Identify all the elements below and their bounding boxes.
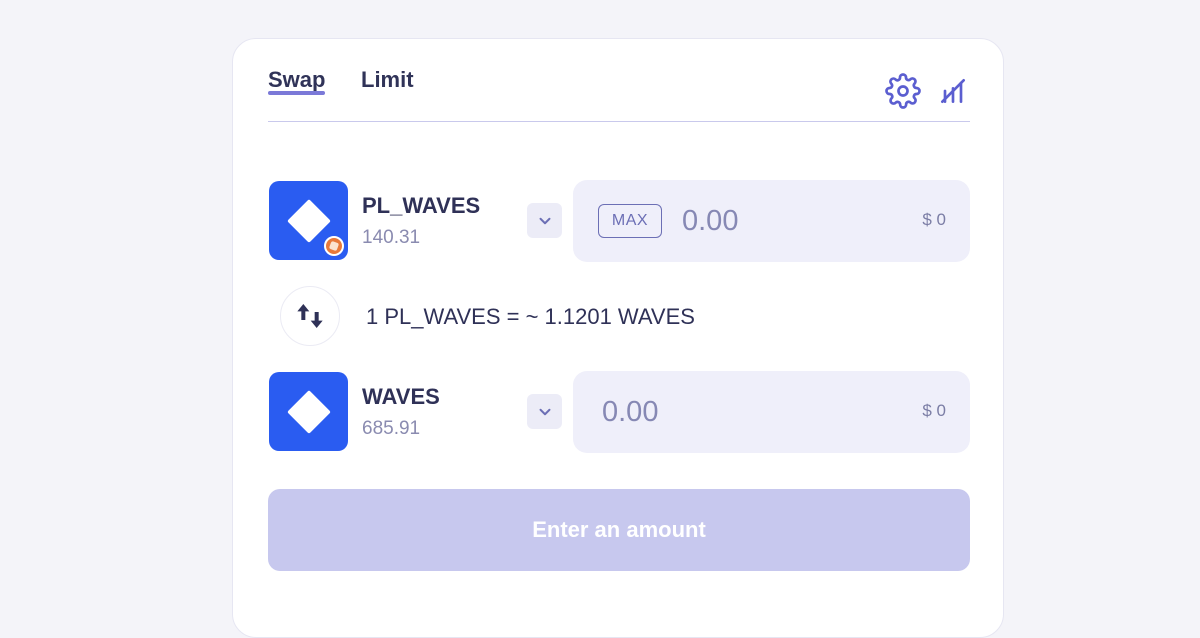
to-token-logo[interactable]	[269, 372, 348, 451]
swap-arrows-icon	[297, 304, 323, 328]
chevron-down-icon	[539, 217, 550, 224]
from-amount-box: MAX $ 0	[573, 180, 970, 262]
from-token-name: PL_WAVES	[362, 193, 481, 218]
tab-limit-label: Limit	[361, 67, 414, 92]
to-token-row: WAVES 685.91 $ 0	[268, 371, 970, 453]
from-token-dropdown[interactable]	[527, 203, 562, 238]
to-token-name: WAVES	[362, 384, 440, 409]
max-button[interactable]: MAX	[598, 204, 662, 238]
settings-button[interactable]	[885, 73, 921, 109]
chevron-down-icon	[539, 408, 550, 415]
exchange-rate: 1 PL_WAVES = ~ 1.1201 WAVES	[366, 304, 695, 329]
switch-tokens-button[interactable]	[280, 286, 340, 346]
to-amount-box: $ 0	[573, 371, 970, 453]
to-usd-value: $ 0	[922, 401, 946, 420]
chart-off-icon	[941, 79, 965, 103]
from-token-balance: 140.31	[362, 227, 421, 248]
to-token-dropdown[interactable]	[527, 394, 562, 429]
from-token-row: PL_WAVES 140.31 MAX $ 0	[268, 180, 970, 262]
waves-diamond-icon	[286, 198, 331, 243]
to-token-balance: 685.91	[362, 418, 421, 439]
waves-diamond-icon	[286, 389, 331, 434]
from-amount-input[interactable]	[680, 200, 884, 242]
swap-card: Swap Limit PL_WAVES 140.31 MAX 0.00 $ 0 …	[232, 38, 1004, 638]
chart-toggle-button[interactable]	[935, 73, 971, 109]
tab-swap-label: Swap	[268, 67, 326, 92]
from-token-logo[interactable]	[269, 181, 348, 260]
enter-amount-button[interactable]: Enter an amount	[268, 489, 970, 571]
active-tab-indicator	[268, 91, 325, 95]
token-badge-icon	[324, 236, 344, 256]
tab-limit[interactable]: Limit	[361, 67, 414, 93]
swap-tabs: Swap Limit	[268, 39, 970, 122]
to-amount-input[interactable]	[600, 391, 804, 433]
gear-icon	[885, 73, 921, 109]
tab-swap[interactable]: Swap	[268, 67, 326, 95]
from-usd-value: $ 0	[922, 210, 946, 229]
